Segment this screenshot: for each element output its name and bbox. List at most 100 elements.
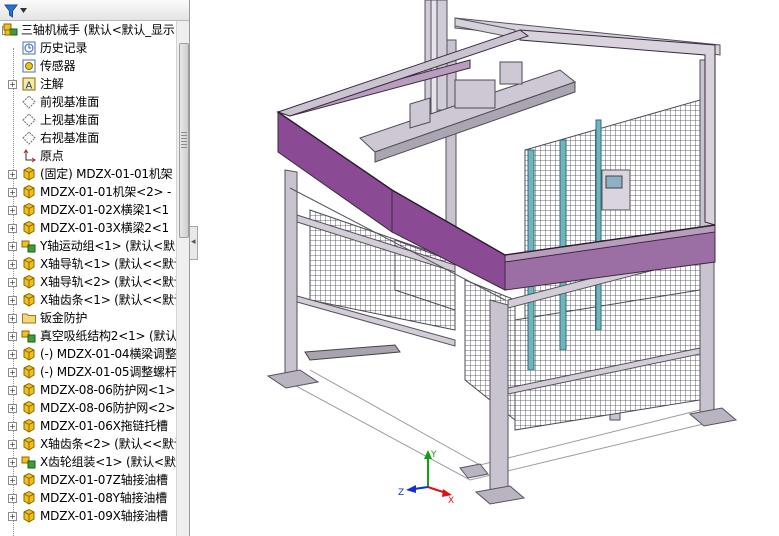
tree-item-label: X轴齿条<2> (默认<<默认	[40, 437, 176, 451]
expand-toggle[interactable]: +	[8, 494, 17, 503]
panel-collapse-handle[interactable]: ◂	[190, 226, 198, 260]
tree-item-label: 真空吸纸结构2<1> (默认	[40, 329, 176, 343]
expand-toggle[interactable]: +	[8, 314, 17, 323]
expand-toggle[interactable]: +	[8, 332, 17, 341]
tree-scrollbar[interactable]	[176, 21, 189, 536]
subassembly-icon	[21, 454, 37, 470]
expand-toggle[interactable]: +	[8, 458, 17, 467]
tree-item-label: (固定) MDZX-01-01机架	[40, 167, 173, 181]
part-icon	[21, 292, 37, 308]
tree-item-label: 钣金防护	[40, 311, 88, 325]
part-icon	[21, 436, 37, 452]
tree-item[interactable]: + Y轴运动组<1> (默认<默	[0, 237, 176, 255]
tree-item[interactable]: + MDZX-01-07Z轴接油槽	[0, 471, 176, 489]
expand-toggle[interactable]: +	[8, 260, 17, 269]
tree-item[interactable]: + 真空吸纸结构2<1> (默认	[0, 327, 176, 345]
tree-item-label: X齿轮组装<1> (默认<默	[40, 455, 176, 469]
svg-text:A: A	[26, 81, 33, 92]
robot-frame-model	[266, 0, 738, 505]
triad-x-label: X	[448, 496, 454, 505]
part-icon	[21, 202, 37, 218]
expand-toggle[interactable]: +	[8, 278, 17, 287]
tree-item[interactable]: + 钣金防护	[0, 309, 176, 327]
tree-item[interactable]: + X齿轮组装<1> (默认<默	[0, 453, 176, 471]
tree-item-label: MDZX-01-06X拖链托槽	[40, 419, 168, 433]
part-icon	[21, 274, 37, 290]
expand-toggle[interactable]: +	[8, 404, 17, 413]
tree-item[interactable]: + X轴齿条<2> (默认<<默认	[0, 435, 176, 453]
tree-item[interactable]: + MDZX-01-08Y轴接油槽	[0, 489, 176, 507]
tree-item-label: X轴导轨<1> (默认<<默认	[40, 257, 176, 271]
sensor-icon	[21, 58, 37, 74]
origin-icon	[21, 148, 37, 164]
expand-toggle[interactable]: +	[8, 476, 17, 485]
expand-toggle[interactable]: +	[8, 440, 17, 449]
assembly-icon	[3, 22, 19, 38]
tree-item[interactable]: + MDZX-01-02X横梁1<1	[0, 201, 176, 219]
part-icon	[21, 490, 37, 506]
tree-item[interactable]: + MDZX-08-06防护网<2>	[0, 399, 176, 417]
plane-icon	[21, 94, 37, 110]
tree-item[interactable]: + MDZX-01-01机架<2> -	[0, 183, 176, 201]
expand-toggle[interactable]: +	[8, 350, 17, 359]
plane-icon	[21, 130, 37, 146]
tree-root-item[interactable]: -三轴机械手 (默认<默认_显示	[0, 21, 176, 39]
part-icon	[21, 472, 37, 488]
tree-item-label: MDZX-01-03X横梁2<1	[40, 221, 169, 235]
triad-z-label: Z	[398, 488, 404, 498]
tree-item[interactable]: 右视基准面	[0, 129, 176, 147]
tree-item-label: MDZX-01-02X横梁1<1	[40, 203, 169, 217]
filter-toolbar	[0, 0, 189, 21]
annotation-icon: A	[21, 76, 37, 92]
expand-toggle[interactable]: +	[8, 386, 17, 395]
tree-item[interactable]: 上视基准面	[0, 111, 176, 129]
tree-item-label: MDZX-01-07Z轴接油槽	[40, 473, 168, 487]
tree-item[interactable]: + MDZX-01-09X轴接油槽	[0, 507, 176, 525]
tree-item-label: 传感器	[40, 59, 76, 73]
expand-toggle[interactable]: +	[8, 296, 17, 305]
tree-item-label: 前视基准面	[40, 95, 100, 109]
expand-toggle[interactable]: +	[8, 206, 17, 215]
tree-item[interactable]: + MDZX-01-03X横梁2<1	[0, 219, 176, 237]
tree-item-label: 历史记录	[40, 41, 88, 55]
tree-item[interactable]: + A 注解	[0, 75, 176, 93]
tree-item-label: MDZX-08-06防护网<1>	[40, 383, 176, 397]
expand-toggle[interactable]: +	[8, 512, 17, 521]
expand-toggle[interactable]: +	[8, 224, 17, 233]
tree-item[interactable]: + MDZX-01-06X拖链托槽	[0, 417, 176, 435]
tree-item[interactable]: + X轴导轨<2> (默认<<默认	[0, 273, 176, 291]
tree-item-label: MDZX-01-08Y轴接油槽	[40, 491, 167, 505]
plane-icon	[21, 112, 37, 128]
expand-toggle[interactable]: +	[8, 368, 17, 377]
part-icon	[21, 184, 37, 200]
tree-item-label: (-) MDZX-01-05调整螺杆	[40, 365, 176, 379]
tree-item[interactable]: + X轴齿条<1> (默认<<默认	[0, 291, 176, 309]
expand-toggle[interactable]: +	[8, 188, 17, 197]
chevron-down-icon	[20, 8, 27, 13]
tree-item[interactable]: + MDZX-08-06防护网<1>	[0, 381, 176, 399]
tree-item[interactable]: 传感器	[0, 57, 176, 75]
part-icon	[21, 382, 37, 398]
expand-toggle[interactable]: +	[8, 170, 17, 179]
expand-toggle[interactable]: +	[8, 80, 17, 89]
subassembly-icon	[21, 328, 37, 344]
tree-item-label: 右视基准面	[40, 131, 100, 145]
tree-item-label: 原点	[40, 149, 64, 163]
tree-item[interactable]: 原点	[0, 147, 176, 165]
3d-viewport[interactable]: Y X Z	[198, 0, 779, 536]
tree-item[interactable]: + (-) MDZX-01-04横梁调整	[0, 345, 176, 363]
tree-item[interactable]: 历史记录	[0, 39, 176, 57]
subassembly-icon	[21, 238, 37, 254]
feature-tree[interactable]: -三轴机械手 (默认<默认_显示历史记录传感器 + A 注解前视基准面上视基准面右视基…	[0, 21, 176, 536]
tree-item[interactable]: + X轴导轨<1> (默认<<默认	[0, 255, 176, 273]
filter-icon[interactable]	[4, 3, 32, 18]
expand-toggle[interactable]: +	[8, 422, 17, 431]
tree-item-label: 注解	[40, 77, 64, 91]
tree-item[interactable]: + (-) MDZX-01-05调整螺杆	[0, 363, 176, 381]
expand-toggle[interactable]: +	[8, 242, 17, 251]
tree-item[interactable]: 前视基准面	[0, 93, 176, 111]
scroll-thumb[interactable]	[179, 43, 189, 238]
tree-item[interactable]: + (固定) MDZX-01-01机架	[0, 165, 176, 183]
tree-item-label: MDZX-01-09X轴接油槽	[40, 509, 168, 523]
part-icon	[21, 418, 37, 434]
